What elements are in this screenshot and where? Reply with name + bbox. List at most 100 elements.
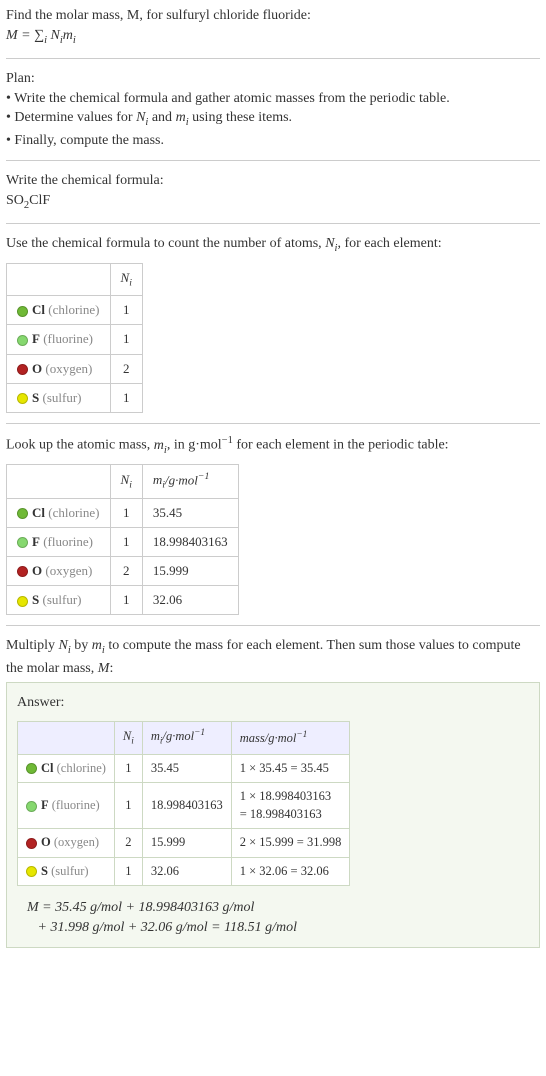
el-name: (sulfur) [42, 390, 81, 405]
count-heading: Use the chemical formula to count the nu… [6, 234, 540, 256]
count-th-ni: Ni [110, 263, 142, 295]
m-cell: 35.45 [142, 498, 238, 527]
table-row: Cl (chlorine) 1 35.45 [7, 498, 239, 527]
n-cell: 1 [110, 296, 142, 325]
dot-icon-f [26, 801, 37, 812]
table-row: O (oxygen) 2 [7, 354, 143, 383]
m-cell: 18.998403163 [142, 783, 231, 829]
masses-section: Look up the atomic mass, mi, in g·mol−1 … [6, 434, 540, 626]
el-name: (sulfur) [51, 864, 89, 878]
n-cell: 1 [110, 527, 142, 556]
el-name: (oxygen) [45, 563, 92, 578]
element-cell: Cl (chlorine) [18, 754, 115, 783]
plan-b2: • Determine values for Ni and mi using t… [6, 108, 540, 130]
table-row: F (fluorine) 1 18.998403163 [7, 527, 239, 556]
m-cell: 35.45 [142, 754, 231, 783]
dot-icon-s [17, 596, 28, 607]
dot-icon-s [17, 393, 28, 404]
m-cell: 15.999 [142, 556, 238, 585]
formula-value: SO2ClF [6, 191, 540, 213]
plan-b3: • Finally, compute the mass. [6, 131, 540, 151]
el-name: (fluorine) [52, 798, 100, 812]
element-cell: O (oxygen) [18, 829, 115, 858]
n-cell: 1 [110, 498, 142, 527]
a-th-empty [18, 722, 115, 755]
el-sym: O [41, 835, 51, 849]
el-sym: O [32, 361, 42, 376]
n-cell: 1 [110, 383, 142, 412]
table-row: S (sulfur) 1 32.06 1 × 32.06 = 32.06 [18, 857, 350, 886]
plan-b1: • Write the chemical formula and gather … [6, 89, 540, 109]
m-cell: 32.06 [142, 586, 238, 615]
dot-icon-cl [17, 508, 28, 519]
dot-icon-o [26, 838, 37, 849]
element-cell: F (fluorine) [7, 325, 111, 354]
table-row: F (fluorine) 1 18.998403163 1 × 18.99840… [18, 783, 350, 829]
el-sym: F [41, 798, 49, 812]
count-section: Use the chemical formula to count the nu… [6, 234, 540, 423]
el-name: (fluorine) [43, 534, 93, 549]
table-row: F (fluorine) 1 [7, 325, 143, 354]
dot-icon-o [17, 364, 28, 375]
dot-icon-cl [26, 763, 37, 774]
calc-cell: 1 × 18.998403163= 18.998403163 [231, 783, 350, 829]
el-sym: S [32, 390, 39, 405]
a-th-ni: Ni [114, 722, 142, 755]
intro-line1: Find the molar mass, M, for sulfuryl chl… [6, 6, 540, 26]
n-cell: 2 [114, 829, 142, 858]
calc-cell: 2 × 15.999 = 31.998 [231, 829, 350, 858]
n-cell: 1 [114, 783, 142, 829]
formula-heading: Write the chemical formula: [6, 171, 540, 191]
element-cell: O (oxygen) [7, 354, 111, 383]
dot-icon-f [17, 335, 28, 346]
a-th-mass: mass/g·mol−1 [231, 722, 350, 755]
el-name: (fluorine) [43, 331, 93, 346]
table-row: O (oxygen) 2 15.999 2 × 15.999 = 31.998 [18, 829, 350, 858]
el-name: (chlorine) [48, 302, 99, 317]
n-cell: 1 [110, 325, 142, 354]
el-sym: Cl [32, 302, 45, 317]
el-sym: Cl [32, 505, 45, 520]
table-row: S (sulfur) 1 [7, 383, 143, 412]
n-cell: 1 [110, 586, 142, 615]
a-th-mi: mi/g·mol−1 [142, 722, 231, 755]
calc-cell: 1 × 35.45 = 35.45 [231, 754, 350, 783]
el-sym: Cl [41, 761, 54, 775]
n-cell: 1 [114, 857, 142, 886]
answer-box: Answer: Ni mi/g·mol−1 mass/g·mol−1 Cl (c… [6, 682, 540, 948]
answer-table: Ni mi/g·mol−1 mass/g·mol−1 Cl (chlorine)… [17, 721, 350, 886]
dot-icon-o [17, 566, 28, 577]
count-th-empty [7, 263, 111, 295]
table-row: Cl (chlorine) 1 35.45 1 × 35.45 = 35.45 [18, 754, 350, 783]
dot-icon-s [26, 866, 37, 877]
formula-section: Write the chemical formula: SO2ClF [6, 171, 540, 224]
masses-table: Ni mi/g·mol−1 Cl (chlorine) 1 35.45 F (f… [6, 464, 239, 615]
element-cell: Cl (chlorine) [7, 296, 111, 325]
element-cell: S (sulfur) [18, 857, 115, 886]
intro-eq: M = ∑i Nimi [6, 26, 540, 48]
calc-cell: 1 × 32.06 = 32.06 [231, 857, 350, 886]
el-name: (chlorine) [48, 505, 99, 520]
n-cell: 1 [114, 754, 142, 783]
multiply-heading: Multiply Ni by mi to compute the mass fo… [6, 636, 540, 678]
m-cell: 32.06 [142, 857, 231, 886]
element-cell: O (oxygen) [7, 556, 111, 585]
el-sym: F [32, 534, 40, 549]
element-cell: S (sulfur) [7, 383, 111, 412]
element-cell: F (fluorine) [18, 783, 115, 829]
answer-label: Answer: [17, 693, 529, 713]
el-sym: S [32, 592, 39, 607]
n-cell: 2 [110, 556, 142, 585]
plan-section: Plan: • Write the chemical formula and g… [6, 69, 540, 161]
table-row: O (oxygen) 2 15.999 [7, 556, 239, 585]
el-sym: F [32, 331, 40, 346]
plan-heading: Plan: [6, 69, 540, 89]
final-equation: M = 35.45 g/mol + 18.998403163 g/mol + 3… [17, 898, 529, 937]
el-name: (chlorine) [57, 761, 106, 775]
masses-heading: Look up the atomic mass, mi, in g·mol−1 … [6, 434, 540, 458]
count-table: Ni Cl (chlorine) 1 F (fluorine) 1 O (oxy… [6, 263, 143, 413]
table-row: Cl (chlorine) 1 [7, 296, 143, 325]
el-sym: S [41, 864, 48, 878]
table-row: S (sulfur) 1 32.06 [7, 586, 239, 615]
element-cell: F (fluorine) [7, 527, 111, 556]
